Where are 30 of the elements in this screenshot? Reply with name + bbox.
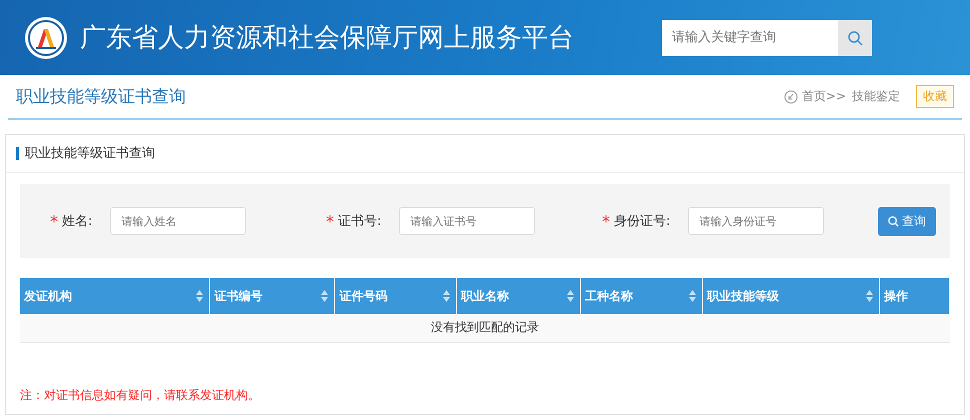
breadcrumb-home-link[interactable]: 首页>>	[784, 88, 846, 105]
required-mark: *	[326, 212, 334, 230]
site-title: 广东省人力资源和社会保障厅网上服务平台	[80, 22, 575, 55]
column-header[interactable]: 发证机构	[20, 278, 210, 314]
empty-message: 没有找到匹配的记录	[20, 314, 950, 342]
back-icon	[784, 90, 798, 104]
note-text: 注：对证书信息如有疑问，请联系发证机构。	[20, 386, 261, 404]
column-header[interactable]: 职业技能等级	[702, 278, 880, 314]
input-field[interactable]: 请输入证书号	[399, 207, 536, 235]
search-icon	[847, 30, 863, 46]
favorite-button[interactable]: 收藏	[916, 85, 954, 108]
breadcrumb-current: 技能鉴定	[852, 88, 900, 105]
panel-title: 职业技能等级证书查询	[16, 147, 155, 160]
input-field[interactable]: 请输入身份证号	[688, 207, 824, 235]
column-header[interactable]: 证书编号	[210, 278, 335, 314]
column-header[interactable]: 职业名称	[456, 278, 581, 314]
column-header[interactable]: 工种名称	[580, 278, 703, 314]
field-label: 证书号:	[338, 213, 382, 230]
emblem-logo	[24, 16, 68, 60]
page-title: 职业技能等级证书查询	[16, 86, 187, 108]
query-button[interactable]: 查询	[878, 206, 936, 236]
required-mark: *	[602, 212, 610, 230]
search-icon	[888, 216, 899, 226]
column-header[interactable]: 证件号码	[334, 278, 457, 314]
input-field[interactable]: 请输入姓名	[110, 207, 246, 235]
search-button[interactable]	[838, 20, 872, 56]
column-header: 操作	[879, 278, 950, 314]
required-mark: *	[50, 212, 58, 230]
field-label: 身份证号:	[614, 213, 670, 230]
field-label: 姓名:	[62, 213, 92, 230]
